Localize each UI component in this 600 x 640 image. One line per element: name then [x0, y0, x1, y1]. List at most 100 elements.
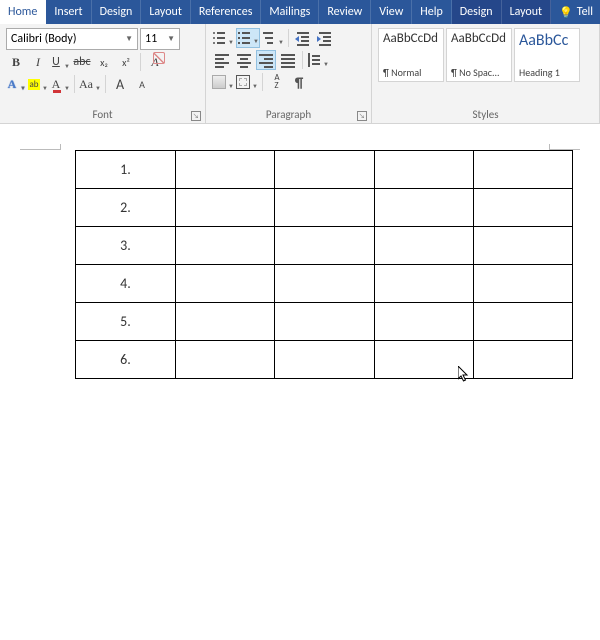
table-cell[interactable]: [176, 341, 275, 379]
table-cell[interactable]: [374, 189, 473, 227]
table-cell[interactable]: [275, 341, 374, 379]
clear-formatting-button[interactable]: A: [145, 52, 165, 72]
table-cell[interactable]: [176, 303, 275, 341]
shrink-font-button[interactable]: A: [132, 74, 152, 94]
multilevel-list-button[interactable]: ▼: [262, 28, 284, 48]
font-name-combo[interactable]: Calibri (Body) ▼: [6, 28, 138, 50]
table-cell[interactable]: [176, 189, 275, 227]
table-row[interactable]: 3.: [76, 227, 573, 265]
table-cell[interactable]: 3.: [76, 227, 176, 265]
table-row[interactable]: 4.: [76, 265, 573, 303]
document-table[interactable]: 1.2.3.4.5.6.: [75, 150, 573, 379]
table-cell[interactable]: [275, 265, 374, 303]
highlight-button[interactable]: ab▼: [28, 74, 48, 94]
paragraph-dialog-launcher[interactable]: ↘: [357, 111, 367, 121]
table-cell[interactable]: [473, 227, 572, 265]
table-row[interactable]: 5.: [76, 303, 573, 341]
table-cell[interactable]: [275, 227, 374, 265]
tab-help[interactable]: Help: [412, 0, 452, 24]
font-size-combo[interactable]: 11 ▼: [140, 28, 180, 50]
group-label-styles: Styles: [372, 108, 599, 121]
table-cell[interactable]: [374, 303, 473, 341]
margin-guide: [550, 149, 580, 150]
align-left-button[interactable]: [212, 50, 232, 70]
style-no-spacing[interactable]: AaBbCcDd ¶ No Spac...: [446, 28, 512, 82]
separator: [288, 29, 289, 47]
bullets-button[interactable]: ▼: [212, 28, 234, 48]
subscript-button[interactable]: x₂: [94, 52, 114, 72]
italic-button[interactable]: I: [28, 52, 48, 72]
table-cell[interactable]: 6.: [76, 341, 176, 379]
numbering-button[interactable]: ▼: [236, 28, 260, 48]
table-cell[interactable]: [374, 341, 473, 379]
style-label: ¶ Normal: [383, 66, 439, 79]
text-effects-button[interactable]: A▼: [6, 74, 26, 94]
tab-design[interactable]: Design: [92, 0, 142, 24]
strikethrough-button[interactable]: abc: [72, 52, 92, 72]
style-heading-1[interactable]: AaBbCc Heading 1: [514, 28, 580, 82]
tab-references[interactable]: References: [191, 0, 262, 24]
superscript-button[interactable]: x²: [116, 52, 136, 72]
page-sheet[interactable]: 1.2.3.4.5.6.: [20, 150, 580, 379]
table-cell[interactable]: [275, 303, 374, 341]
tell-me[interactable]: 💡 Tell: [551, 0, 600, 24]
bullets-icon: [212, 31, 226, 45]
grow-font-button[interactable]: A: [110, 74, 130, 94]
table-cell[interactable]: 2.: [76, 189, 176, 227]
table-row[interactable]: 2.: [76, 189, 573, 227]
justify-button[interactable]: [278, 50, 298, 70]
table-cell[interactable]: [473, 189, 572, 227]
table-cell[interactable]: [275, 189, 374, 227]
decrease-indent-button[interactable]: [293, 28, 313, 48]
table-cell[interactable]: [176, 151, 275, 189]
tab-insert[interactable]: Insert: [46, 0, 91, 24]
table-row[interactable]: 6.: [76, 341, 573, 379]
table-cell[interactable]: [176, 227, 275, 265]
tab-mailings[interactable]: Mailings: [261, 0, 319, 24]
table-cell[interactable]: [374, 151, 473, 189]
line-spacing-button[interactable]: ▼: [307, 50, 329, 70]
separator: [262, 73, 263, 91]
multilevel-icon: [262, 31, 276, 45]
styles-gallery[interactable]: AaBbCcDd ¶ Normal AaBbCcDd ¶ No Spac... …: [378, 28, 593, 82]
align-center-icon: [237, 54, 251, 66]
change-case-button[interactable]: Aa▼: [79, 74, 101, 94]
table-cell[interactable]: [473, 303, 572, 341]
tab-table-layout[interactable]: Layout: [502, 0, 552, 24]
table-cell[interactable]: [473, 151, 572, 189]
group-label-font: Font: [0, 108, 205, 121]
table-row[interactable]: 1.: [76, 151, 573, 189]
sort-button[interactable]: A Z: [267, 72, 287, 92]
table-cell[interactable]: 5.: [76, 303, 176, 341]
style-preview: AaBbCc: [519, 31, 575, 50]
font-dialog-launcher[interactable]: ↘: [191, 111, 201, 121]
tab-layout[interactable]: Layout: [141, 0, 191, 24]
underline-button[interactable]: U▼: [50, 52, 70, 72]
tab-review[interactable]: Review: [319, 0, 371, 24]
borders-button[interactable]: ▼: [236, 72, 258, 92]
table-cell[interactable]: [473, 341, 572, 379]
bold-button[interactable]: B: [6, 52, 26, 72]
margin-guide: [20, 149, 60, 150]
tab-table-design[interactable]: Design: [452, 0, 502, 24]
tab-home[interactable]: Home: [0, 0, 46, 24]
table-cell[interactable]: [374, 227, 473, 265]
increase-indent-button[interactable]: [315, 28, 335, 48]
table-cell[interactable]: 4.: [76, 265, 176, 303]
table-cell[interactable]: [176, 265, 275, 303]
table-cell[interactable]: [473, 265, 572, 303]
font-color-button[interactable]: A▼: [50, 74, 70, 94]
show-marks-button[interactable]: ¶: [289, 72, 309, 92]
chevron-down-icon: ▼: [228, 38, 234, 46]
table-cell[interactable]: 1.: [76, 151, 176, 189]
sort-icon: A Z: [274, 74, 279, 90]
table-cell[interactable]: [374, 265, 473, 303]
chevron-down-icon: ▼: [228, 82, 234, 90]
tab-view[interactable]: View: [371, 0, 412, 24]
table-cell[interactable]: [275, 151, 374, 189]
align-right-button[interactable]: [256, 50, 276, 70]
group-font: Calibri (Body) ▼ 11 ▼ B I U▼ abc x₂ x² A…: [0, 24, 206, 123]
shading-button[interactable]: ▼: [212, 72, 234, 92]
style-normal[interactable]: AaBbCcDd ¶ Normal: [378, 28, 444, 82]
align-center-button[interactable]: [234, 50, 254, 70]
